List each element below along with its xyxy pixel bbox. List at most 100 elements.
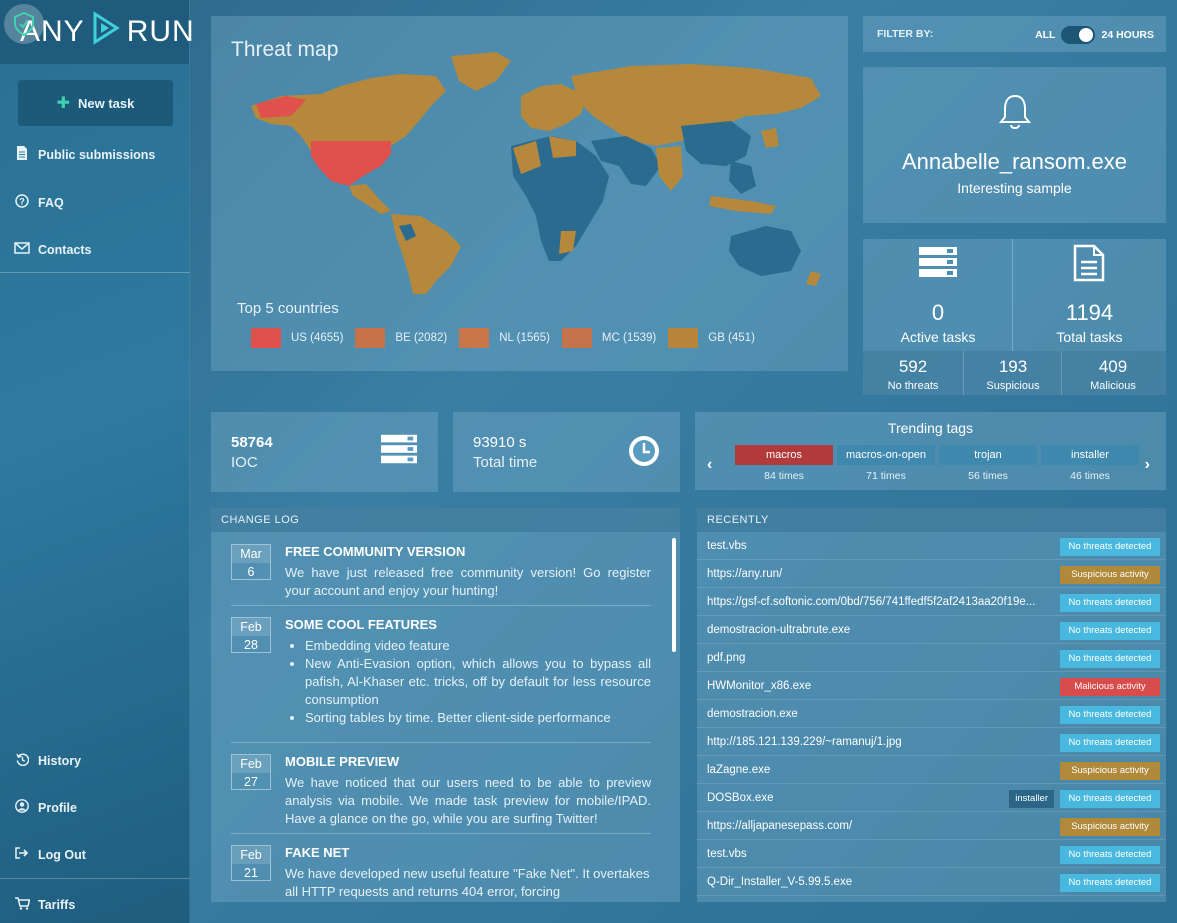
new-task-label: New task xyxy=(78,95,135,111)
changelog-panel: CHANGE LOG Mar 6 FREE COMMUNITY VERSION … xyxy=(211,508,680,902)
filter-24h-label[interactable]: 24 HOURS xyxy=(1101,29,1154,41)
recent-task-row[interactable]: http://185.121.139.229/~ramanuj/1.jpg No … xyxy=(697,730,1166,756)
recent-task-row[interactable]: demostracion.exe No threats detected xyxy=(697,702,1166,728)
sample-subtitle: Interesting sample xyxy=(957,180,1072,196)
recently-panel: RECENTLY test.vbs No threats detected http… xyxy=(697,508,1166,902)
tag-trojan[interactable]: trojan xyxy=(939,445,1037,465)
ioc-label: IOC xyxy=(231,454,258,471)
sidebar-item-label: Profile xyxy=(38,800,77,815)
suspicious-label: Suspicious xyxy=(986,380,1040,392)
verdict-badge: No threats detected xyxy=(1060,594,1160,612)
recent-task-name[interactable]: Q-Dir_Installer_V-5.99.5.exe xyxy=(707,876,1052,888)
question-icon: ? xyxy=(14,194,30,211)
recent-task-row[interactable]: DOSBox.exe installer No threats detected xyxy=(697,786,1166,812)
trending-tags-panel: Trending tags ‹ › macros 84 times macros… xyxy=(695,412,1166,490)
recent-task-row[interactable]: Q-Dir_Installer_V-5.99.5.exe No threats d… xyxy=(697,870,1166,896)
recent-task-name[interactable]: http://185.121.139.229/~ramanuj/1.jpg xyxy=(707,736,1052,748)
sidebar-item-contacts[interactable]: Contacts xyxy=(14,242,91,257)
sidebar-item-label: FAQ xyxy=(38,195,64,210)
threat-map-panel: Threat map Top 5 countries US (4655) BE … xyxy=(211,16,848,371)
sidebar-item-faq[interactable]: ? FAQ xyxy=(14,194,64,211)
recent-task-name[interactable]: pdf.png xyxy=(707,652,1052,664)
logo-mark-icon xyxy=(4,4,44,44)
date-day: 6 xyxy=(247,565,255,579)
sidebar-item-label: History xyxy=(38,754,82,768)
recent-task-row[interactable]: https://gsf-cf.softonic.com/0bd/756/741f… xyxy=(697,590,1166,616)
ioc-count: 58764 xyxy=(231,434,273,451)
recent-task-name[interactable]: demostracion.exe xyxy=(707,708,1052,720)
recent-task-name[interactable]: HWMonitor_x86.exe xyxy=(707,680,1052,692)
logo[interactable]: ANY RUN xyxy=(0,0,194,64)
changelog-item-title: SOME COOL FEATURES xyxy=(285,617,437,632)
tag-macros-on-open[interactable]: macros-on-open xyxy=(837,445,935,465)
verdict-badge: Suspicious activity xyxy=(1060,762,1160,780)
tag-count: 71 times xyxy=(866,470,906,482)
sidebar-item-profile[interactable]: Profile xyxy=(14,799,77,816)
play-icon xyxy=(91,11,121,53)
recent-task-row[interactable]: demostracion-ultrabrute.exe No threats de… xyxy=(697,618,1166,644)
recent-task-name[interactable]: DOSBox.exe xyxy=(707,792,1052,804)
recent-task-row[interactable]: HWMonitor_x86.exe Malicious activity xyxy=(697,674,1166,700)
tag-count: 84 times xyxy=(764,470,804,482)
recent-task-name[interactable]: https://any.run/ xyxy=(707,568,1052,580)
total-time-label: Total time xyxy=(473,454,538,471)
verdict-badge: No threats detected xyxy=(1060,538,1160,556)
filter-toggle[interactable] xyxy=(1061,26,1096,44)
recent-task-tag[interactable]: installer xyxy=(1009,790,1054,808)
feature-bullet: Embedding video feature xyxy=(305,637,651,655)
recent-task-row[interactable]: test.vbs No threats detected xyxy=(697,842,1166,868)
recent-task-name[interactable]: demostracion-ultrabrute.exe xyxy=(707,624,1052,636)
chevron-right-icon[interactable]: › xyxy=(1145,456,1150,474)
verdict-stats: 592 No threats 193 Suspicious 409 Malici… xyxy=(863,351,1166,395)
legend-label: GB (451) xyxy=(708,332,755,344)
recent-task-name[interactable]: test.vbs xyxy=(707,848,1052,860)
recent-task-row[interactable]: https://any.run/Suspicious activity xyxy=(697,562,1166,588)
sidebar-item-label: Contacts xyxy=(38,242,92,257)
history-icon xyxy=(14,753,30,769)
changelog-item-title: MOBILE PREVIEW xyxy=(285,754,400,769)
malicious-label: Malicious xyxy=(1090,380,1136,392)
recent-task-name[interactable]: https://alljapanesepass.com/ xyxy=(707,820,1052,832)
chevron-left-icon[interactable]: ‹ xyxy=(707,456,712,474)
tag-installer[interactable]: installer xyxy=(1041,445,1139,465)
recent-task-name[interactable]: test.vbs xyxy=(707,540,1052,552)
legend-label: MC (1539) xyxy=(601,332,657,344)
legend-swatch xyxy=(459,328,490,348)
world-map[interactable] xyxy=(231,36,831,296)
trending-tags-title: Trending tags xyxy=(887,420,974,436)
tag-macros[interactable]: macros xyxy=(735,445,833,465)
date-badge: Feb 27 xyxy=(231,754,271,790)
sidebar-item-label: Tariffs xyxy=(38,898,76,912)
sidebar-item-history[interactable]: History xyxy=(14,753,81,769)
sidebar-item-public-submissions[interactable]: Public submissions xyxy=(14,146,155,163)
sample-name[interactable]: Annabelle_ransom.exe xyxy=(863,149,1166,175)
recent-task-row[interactable]: test.vbs No threats detected xyxy=(697,534,1166,560)
recent-task-row[interactable]: laZagne.exe Suspicious activity xyxy=(697,758,1166,784)
changelog-scrollbar[interactable] xyxy=(672,538,676,652)
filter-all-label[interactable]: ALL xyxy=(1035,29,1055,41)
feature-bullet: Sorting tables by time. Better client-si… xyxy=(305,709,651,727)
recent-task-name[interactable]: laZagne.exe xyxy=(707,764,1052,776)
recent-task-name[interactable]: https://gsf-cf.softonic.com/0bd/756/741f… xyxy=(707,596,1052,608)
date-month: Feb xyxy=(232,755,270,773)
verdict-badge: No threats detected xyxy=(1060,790,1160,808)
sidebar-item-logout[interactable]: Log Out xyxy=(14,847,86,862)
clock-icon xyxy=(627,434,661,473)
suspicious-count: 193 xyxy=(998,357,1028,376)
recent-task-row[interactable]: https://alljapanesepass.com/Suspicious a… xyxy=(697,814,1166,840)
servers-icon xyxy=(381,434,417,469)
mail-icon xyxy=(14,242,30,257)
verdict-badge: No threats detected xyxy=(1060,622,1160,640)
new-task-button[interactable]: ✚ New task xyxy=(18,80,173,126)
date-month: Feb xyxy=(232,618,270,636)
date-badge: Feb 28 xyxy=(231,617,271,653)
document-icon xyxy=(1073,244,1105,287)
sidebar-item-tariffs[interactable]: Tariffs xyxy=(14,897,75,913)
changelog-item-text: We have developed new useful feature "Fa… xyxy=(285,866,650,899)
interesting-sample-panel[interactable]: Annabelle_ransom.exe Interesting sample xyxy=(863,67,1166,223)
changelog-item-text: We have noticed that our users need to b… xyxy=(285,775,651,826)
changelog-item-title: FAKE NET xyxy=(285,845,350,860)
recent-task-row[interactable]: pdf.png No threats detected xyxy=(697,646,1166,672)
ioc-panel: 58764 IOC xyxy=(211,412,438,492)
filter-toggle-group[interactable]: ALL 24 HOURS xyxy=(1035,26,1154,44)
